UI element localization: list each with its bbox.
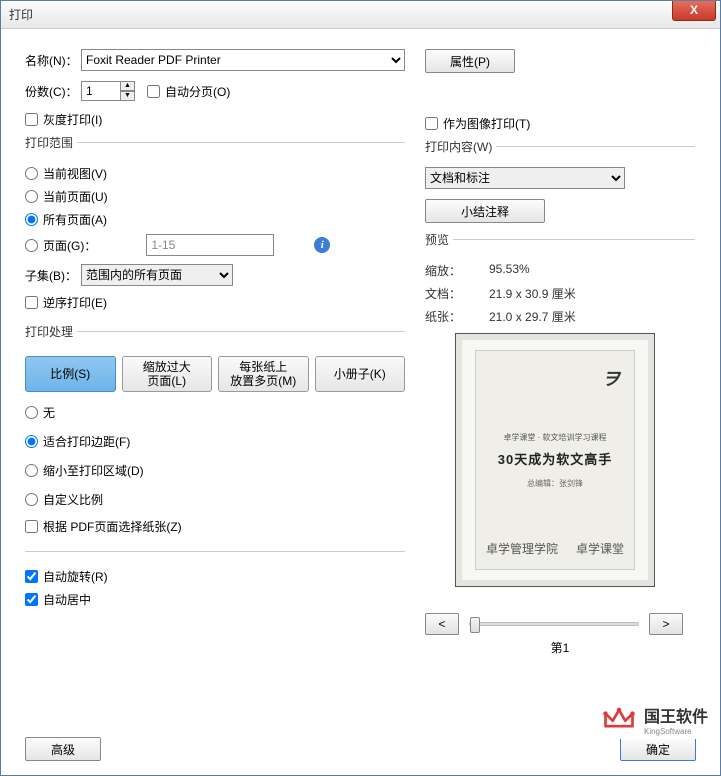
current-page-radio[interactable] xyxy=(25,190,38,203)
subset-select[interactable]: 范围内的所有页面 xyxy=(81,264,233,286)
current-view-label: 当前视图(V) xyxy=(43,165,107,182)
current-page-label: 当前页面(U) xyxy=(43,188,108,205)
close-icon: X xyxy=(690,3,698,17)
advanced-button[interactable]: 高级 xyxy=(25,737,101,761)
subset-label: 子集(B)： xyxy=(25,267,81,284)
name-label: 名称(N)： xyxy=(25,52,81,69)
pages-label: 页面(G)： xyxy=(43,237,96,254)
window-title: 打印 xyxy=(9,6,33,23)
content-legend: 打印内容(W) xyxy=(425,138,496,155)
preview-group: 预览 缩放：95.53% 文档：21.9 x 30.9 厘米 纸张：21.0 x… xyxy=(425,231,695,656)
tab-fit-large[interactable]: 缩放过大 页面(L) xyxy=(122,356,213,392)
all-pages-label: 所有页面(A) xyxy=(43,211,107,228)
choose-by-pdf-label: 根据 PDF页面选择纸张(Z) xyxy=(43,518,182,535)
all-pages-radio[interactable] xyxy=(25,213,38,226)
preview-legend: 预览 xyxy=(425,231,453,248)
properties-button[interactable]: 属性(P) xyxy=(425,49,515,73)
tab-booklet[interactable]: 小册子(K) xyxy=(315,356,406,392)
crown-icon xyxy=(600,701,638,737)
pages-input[interactable] xyxy=(146,234,274,256)
preview-footer-left: 卓学管理学院 xyxy=(486,540,558,557)
slider-thumb[interactable] xyxy=(470,617,480,633)
fit-margin-label: 适合打印边距(F) xyxy=(43,433,130,450)
zoom-key: 缩放： xyxy=(425,262,489,279)
auto-rotate-label: 自动旋转(R) xyxy=(43,568,108,585)
copies-spinner[interactable]: ▲▼ xyxy=(120,81,135,101)
current-view-radio[interactable] xyxy=(25,167,38,180)
scale-none-label: 无 xyxy=(43,404,55,421)
tab-scale[interactable]: 比例(S) xyxy=(25,356,116,392)
close-button[interactable]: X xyxy=(672,1,716,21)
info-icon[interactable]: i xyxy=(314,237,330,253)
preview-subtitle: 卓学课堂 · 软文培训学习课程 xyxy=(503,432,606,443)
page-preview: ヲ 卓学课堂 · 软文培训学习课程 30天成为软文高手 总编辑：张剑锋 卓学管理… xyxy=(455,333,655,587)
paper-key: 纸张： xyxy=(425,308,489,325)
shrink-radio[interactable] xyxy=(25,464,38,477)
custom-scale-label: 自定义比例 xyxy=(43,491,103,508)
prev-page-button[interactable]: < xyxy=(425,613,459,635)
range-group: 打印范围 当前视图(V) 当前页面(U) 所有页面(A) 页面(G)： i 子集… xyxy=(25,134,405,317)
preview-logo-icon: ヲ xyxy=(602,365,620,391)
collate-label: 自动分页(O) xyxy=(165,83,230,100)
reverse-label: 逆序打印(E) xyxy=(43,294,107,311)
copies-label: 份数(C)： xyxy=(25,83,81,100)
doc-key: 文档： xyxy=(425,285,489,302)
pages-radio[interactable] xyxy=(25,239,38,252)
next-page-button[interactable]: > xyxy=(649,613,683,635)
collate-checkbox[interactable] xyxy=(147,85,160,98)
copies-input[interactable] xyxy=(81,81,121,101)
doc-value: 21.9 x 30.9 厘米 xyxy=(489,285,695,302)
choose-by-pdf-checkbox[interactable] xyxy=(25,520,38,533)
zoom-value: 95.53% xyxy=(489,262,695,279)
titlebar: 打印 X xyxy=(1,1,720,29)
as-image-checkbox[interactable] xyxy=(425,117,438,130)
custom-scale-radio[interactable] xyxy=(25,493,38,506)
handling-legend: 打印处理 xyxy=(25,323,77,340)
auto-rotate-checkbox[interactable] xyxy=(25,570,38,583)
fit-margin-radio[interactable] xyxy=(25,435,38,448)
paper-value: 21.0 x 29.7 厘米 xyxy=(489,308,695,325)
reverse-checkbox[interactable] xyxy=(25,296,38,309)
ok-button[interactable]: 确定 xyxy=(620,737,696,761)
summarize-comments-button[interactable]: 小结注释 xyxy=(425,199,545,223)
auto-center-label: 自动居中 xyxy=(43,591,91,608)
grayscale-label: 灰度打印(I) xyxy=(43,111,102,128)
preview-title: 30天成为软文高手 xyxy=(498,449,612,468)
auto-center-checkbox[interactable] xyxy=(25,593,38,606)
scale-none-radio[interactable] xyxy=(25,406,38,419)
preview-footer-right: 卓学课堂 xyxy=(576,540,624,557)
watermark: 国王软件 KingSoftware xyxy=(598,699,710,739)
preview-author: 总编辑：张剑锋 xyxy=(527,478,583,489)
range-legend: 打印范围 xyxy=(25,134,77,151)
content-group: 打印内容(W) 文档和标注 小结注释 xyxy=(425,138,695,223)
watermark-text: 国王软件 xyxy=(644,703,708,727)
page-indicator: 第1 xyxy=(425,639,695,656)
page-slider[interactable] xyxy=(469,622,639,626)
as-image-label: 作为图像打印(T) xyxy=(443,115,530,132)
handling-group: 打印处理 比例(S) 缩放过大 页面(L) 每张纸上 放置多页(M) 小册子(K… xyxy=(25,323,405,541)
content-select[interactable]: 文档和标注 xyxy=(425,167,625,189)
tab-multi[interactable]: 每张纸上 放置多页(M) xyxy=(218,356,309,392)
grayscale-checkbox[interactable] xyxy=(25,113,38,126)
shrink-label: 缩小至打印区域(D) xyxy=(43,462,144,479)
watermark-sub: KingSoftware xyxy=(644,727,708,736)
printer-select[interactable]: Foxit Reader PDF Printer xyxy=(81,49,405,71)
